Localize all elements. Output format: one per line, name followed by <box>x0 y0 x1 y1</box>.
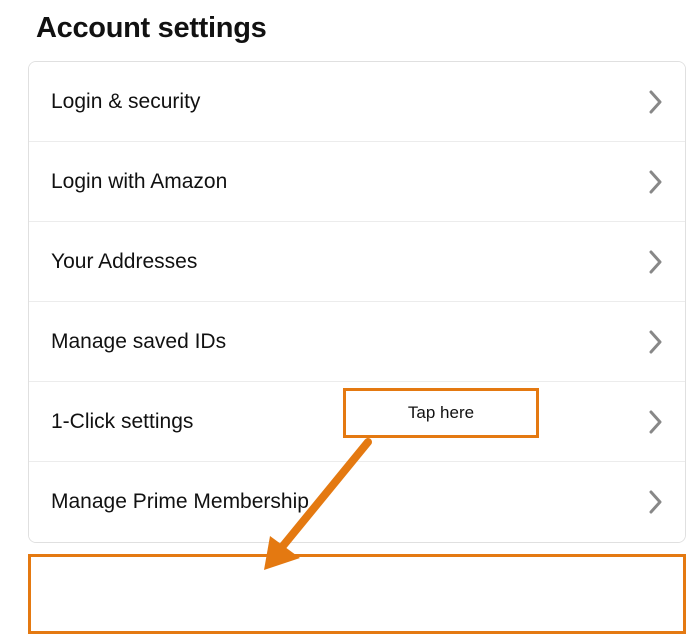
list-item-label: Your Addresses <box>51 250 197 274</box>
chevron-right-icon <box>649 490 663 514</box>
chevron-right-icon <box>649 170 663 194</box>
annotation-callout-text: Tap here <box>408 403 474 423</box>
annotation-highlight-box <box>28 554 686 634</box>
list-item-label: Manage Prime Membership <box>51 490 309 514</box>
list-item-login-with-amazon[interactable]: Login with Amazon <box>29 142 685 222</box>
list-item-manage-prime-membership[interactable]: Manage Prime Membership <box>29 462 685 542</box>
annotation-callout: Tap here <box>343 388 539 438</box>
list-item-your-addresses[interactable]: Your Addresses <box>29 222 685 302</box>
chevron-right-icon <box>649 410 663 434</box>
list-item-label: Login & security <box>51 90 200 114</box>
chevron-right-icon <box>649 330 663 354</box>
list-item-label: 1-Click settings <box>51 410 193 434</box>
page-title: Account settings <box>36 12 686 45</box>
chevron-right-icon <box>649 250 663 274</box>
list-item-label: Manage saved IDs <box>51 330 226 354</box>
list-item-label: Login with Amazon <box>51 170 227 194</box>
list-item-login-security[interactable]: Login & security <box>29 62 685 142</box>
account-settings-list: Login & security Login with Amazon Your … <box>28 61 686 543</box>
chevron-right-icon <box>649 90 663 114</box>
list-item-manage-saved-ids[interactable]: Manage saved IDs <box>29 302 685 382</box>
